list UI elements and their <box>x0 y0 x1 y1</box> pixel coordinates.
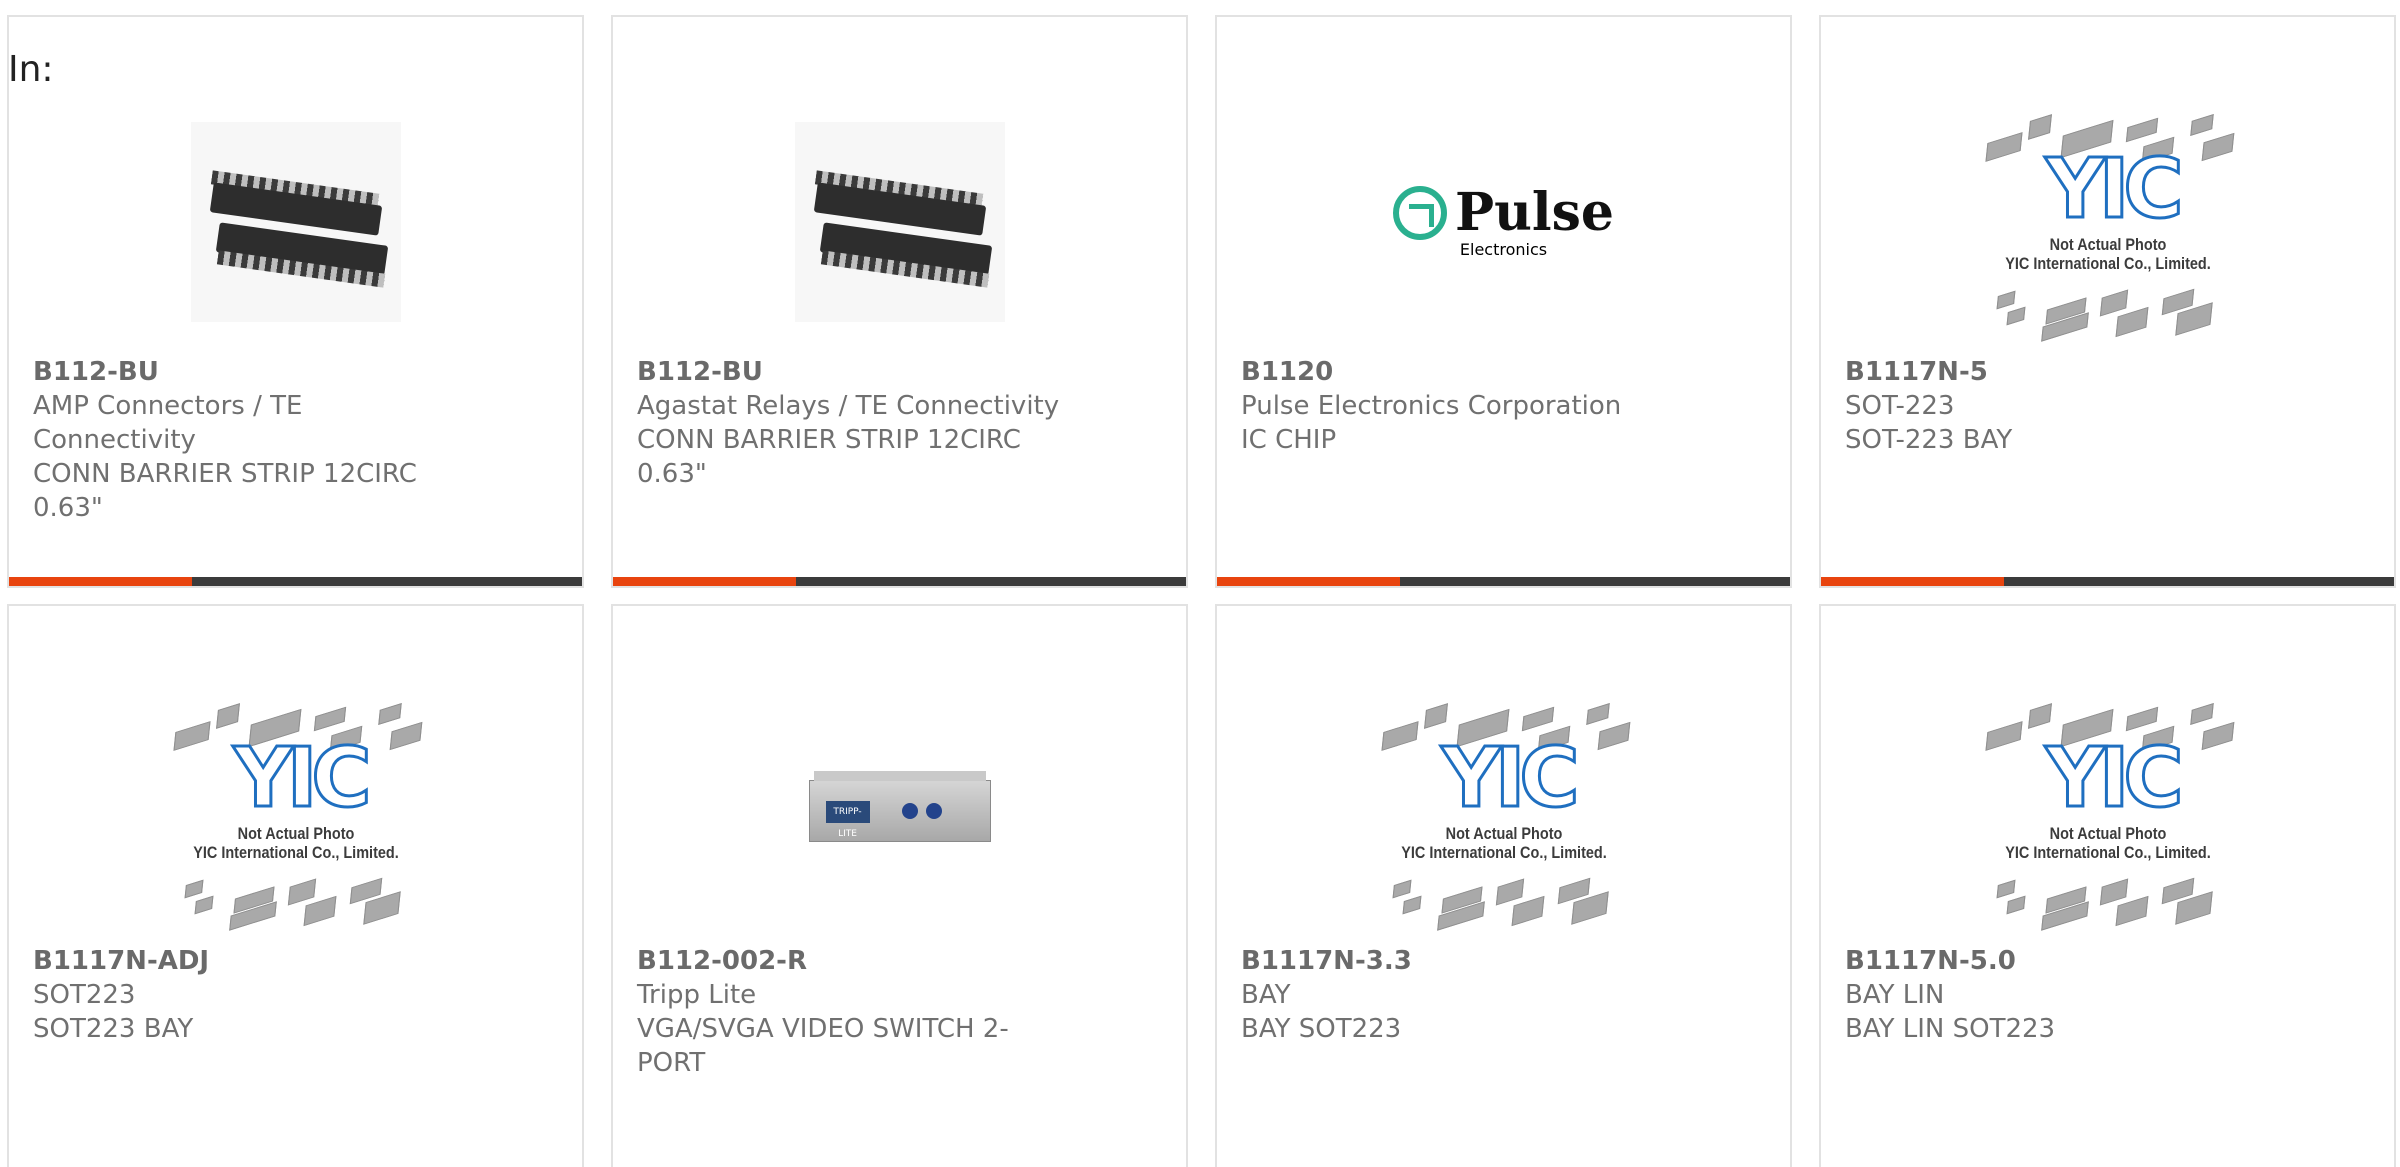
product-image[interactable]: Pulse Electronics <box>1217 77 1790 367</box>
product-image[interactable]: YIC Not Actual Photo YIC International C… <box>9 666 582 956</box>
placeholder-company: YIC International Co., Limited. <box>2004 843 2211 862</box>
placeholder-company: YIC International Co., Limited. <box>1400 843 1607 862</box>
product-image[interactable] <box>613 77 1186 367</box>
placeholder-caption: Not Actual Photo <box>1445 824 1562 843</box>
manufacturer-label: Agastat Relays / TE Connectivity <box>637 391 1060 421</box>
manufacturer-label: SOT223 <box>33 980 136 1010</box>
manufacturer-label: Pulse Electronics Corporation <box>1241 391 1622 421</box>
part-number-link[interactable]: B1117N-5 <box>1845 355 2370 389</box>
product-info: B1117N-ADJ SOT223 SOT223 BAY <box>33 944 558 1046</box>
pulse-logo-word: Pulse <box>1454 181 1615 243</box>
product-card[interactable]: B112-BU AMP Connectors / TE Connectivity… <box>7 15 584 588</box>
product-card[interactable]: B112-BU Agastat Relays / TE Connectivity… <box>611 15 1188 588</box>
description-label: VGA/SVGA VIDEO SWITCH 2-PORT <box>637 1014 1009 1078</box>
video-switch-image: TRIPP-LITE <box>808 771 991 842</box>
product-info: B1120 Pulse Electronics Corporation IC C… <box>1241 355 1766 457</box>
product-info: B112-BU Agastat Relays / TE Connectivity… <box>637 355 1162 491</box>
video-switch-label: TRIPP-LITE <box>825 801 870 839</box>
description-label: CONN BARRIER STRIP 12CIRC 0.63" <box>637 425 1021 489</box>
placeholder-company: YIC International Co., Limited. <box>2004 254 2211 273</box>
not-actual-photo-placeholder: YIC Not Actual Photo YIC International C… <box>156 686 436 936</box>
part-number-link[interactable]: B1120 <box>1241 355 1766 389</box>
product-grid-page: In: B112-BU AMP Connectors / TE Connecti… <box>0 0 2400 1167</box>
product-info: B112-002-R Tripp Lite VGA/SVGA VIDEO SWI… <box>637 944 1162 1080</box>
product-info: B1117N-5.0 BAY LIN BAY LIN SOT223 <box>1845 944 2370 1046</box>
card-accent-bar <box>1821 577 2394 586</box>
in-label: In: <box>8 49 54 90</box>
product-image[interactable]: YIC Not Actual Photo YIC International C… <box>1821 77 2394 367</box>
product-image[interactable]: YIC Not Actual Photo YIC International C… <box>1217 666 1790 956</box>
description-label: BAY LIN SOT223 <box>1845 1014 2056 1044</box>
product-card[interactable]: YIC Not Actual Photo YIC International C… <box>1215 604 1792 1167</box>
description-label: SOT223 BAY <box>33 1014 194 1044</box>
manufacturer-label: AMP Connectors / TE Connectivity <box>33 391 303 455</box>
product-info: B1117N-3.3 BAY BAY SOT223 <box>1241 944 1766 1046</box>
pulse-logo-sub: Electronics <box>1459 239 1548 259</box>
product-card[interactable]: TRIPP-LITE B112-002-R Tripp Lite VGA/SVG… <box>611 604 1188 1167</box>
pulse-electronics-logo: Pulse <box>1392 181 1615 243</box>
pulse-logo-icon <box>1392 185 1447 240</box>
part-number-link[interactable]: B1117N-3.3 <box>1241 944 1766 978</box>
not-actual-photo-placeholder: YIC Not Actual Photo YIC International C… <box>1968 686 2248 936</box>
product-card[interactable]: YIC Not Actual Photo YIC International C… <box>1819 15 2396 588</box>
product-image[interactable]: TRIPP-LITE <box>613 666 1186 956</box>
description-label: IC CHIP <box>1241 425 1337 455</box>
not-actual-photo-placeholder: YIC Not Actual Photo YIC International C… <box>1968 97 2248 347</box>
part-number-link[interactable]: B112-BU <box>33 355 558 389</box>
placeholder-company: YIC International Co., Limited. <box>192 843 399 862</box>
product-card[interactable]: YIC Not Actual Photo YIC International C… <box>1819 604 2396 1167</box>
product-card[interactable]: YIC Not Actual Photo YIC International C… <box>7 604 584 1167</box>
manufacturer-label: BAY LIN <box>1845 980 1945 1010</box>
description-label: SOT-223 BAY <box>1845 425 2013 455</box>
part-number-link[interactable]: B1117N-ADJ <box>33 944 558 978</box>
description-label: CONN BARRIER STRIP 12CIRC 0.63" <box>33 459 417 523</box>
part-number-link[interactable]: B112-002-R <box>637 944 1162 978</box>
card-accent-bar <box>1217 577 1790 586</box>
product-card[interactable]: Pulse Electronics B1120 Pulse Electronic… <box>1215 15 1792 588</box>
placeholder-caption: Not Actual Photo <box>2049 824 2166 843</box>
description-label: BAY SOT223 <box>1241 1014 1402 1044</box>
manufacturer-label: BAY <box>1241 980 1291 1010</box>
manufacturer-label: SOT-223 <box>1845 391 1955 421</box>
part-number-link[interactable]: B112-BU <box>637 355 1162 389</box>
barrier-strip-image <box>794 122 1005 322</box>
product-image[interactable]: YIC Not Actual Photo YIC International C… <box>1821 666 2394 956</box>
not-actual-photo-placeholder: YIC Not Actual Photo YIC International C… <box>1364 686 1644 936</box>
product-info: B112-BU AMP Connectors / TE Connectivity… <box>33 355 558 525</box>
card-accent-bar <box>613 577 1186 586</box>
placeholder-caption: Not Actual Photo <box>2049 235 2166 254</box>
yic-logo: YIC <box>2044 731 2185 826</box>
part-number-link[interactable]: B1117N-5.0 <box>1845 944 2370 978</box>
yic-logo: YIC <box>232 731 373 826</box>
product-image[interactable] <box>9 77 582 367</box>
barrier-strip-image <box>190 122 401 322</box>
yic-logo: YIC <box>1440 731 1581 826</box>
card-accent-bar <box>9 577 582 586</box>
product-info: B1117N-5 SOT-223 SOT-223 BAY <box>1845 355 2370 457</box>
yic-logo: YIC <box>2044 142 2185 237</box>
manufacturer-label: Tripp Lite <box>637 980 757 1010</box>
placeholder-caption: Not Actual Photo <box>237 824 354 843</box>
